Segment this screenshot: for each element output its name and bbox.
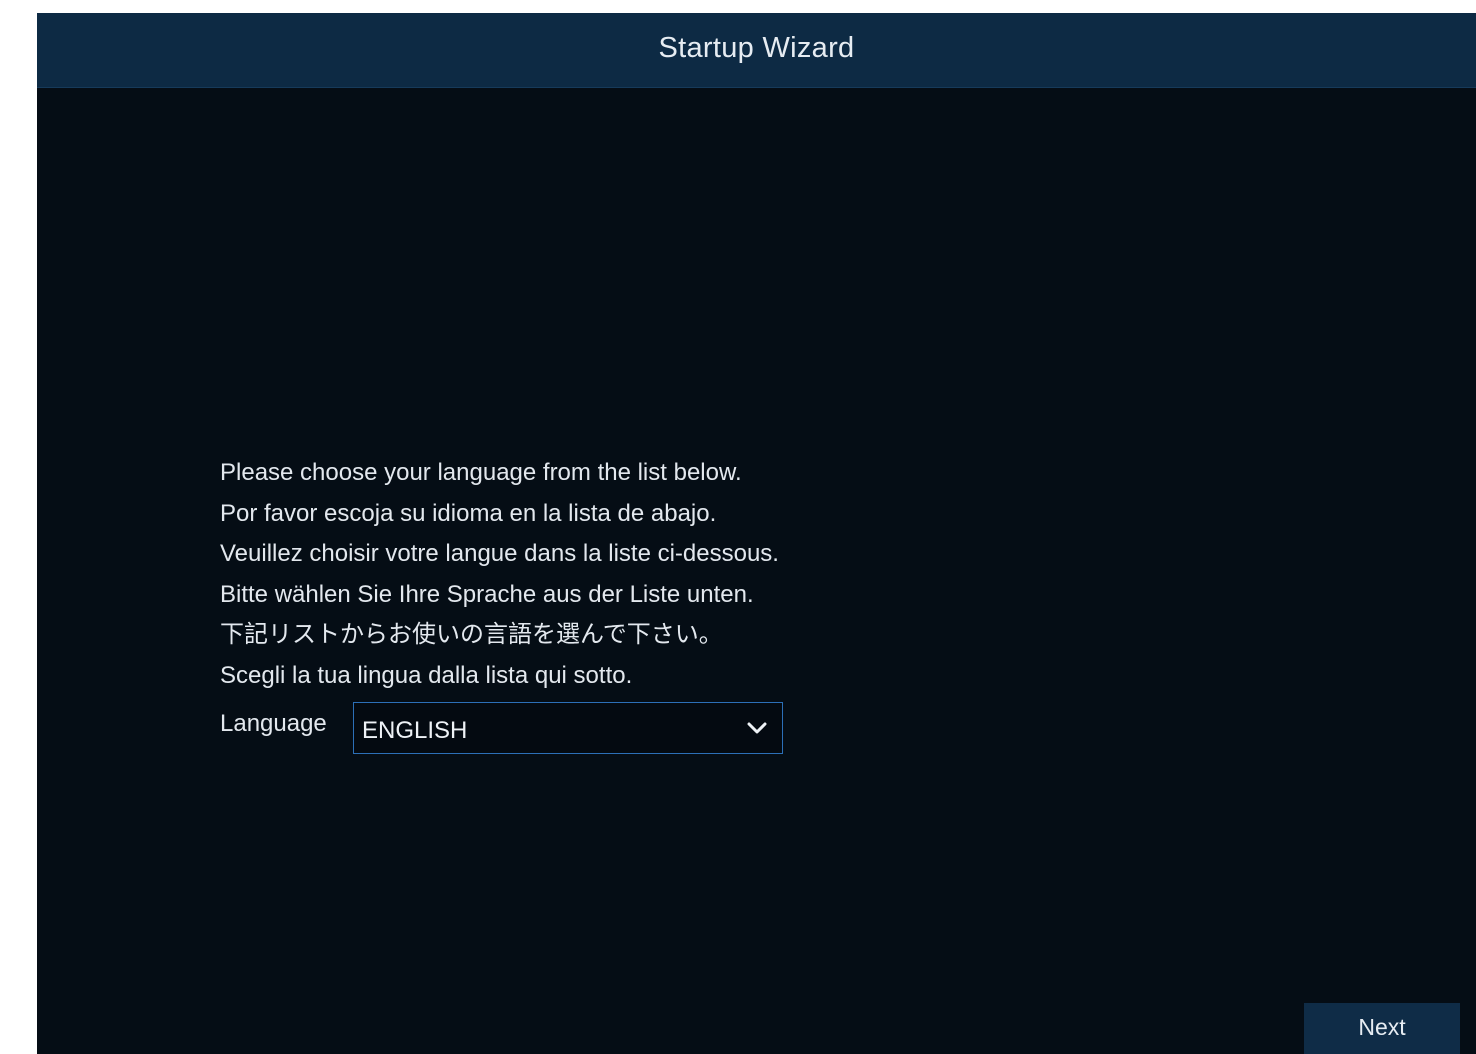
instruction-french: Veuillez choisir votre langue dans la li… bbox=[220, 540, 779, 567]
instruction-english: Please choose your language from the lis… bbox=[220, 459, 742, 486]
next-button[interactable]: Next bbox=[1304, 1003, 1460, 1054]
startup-wizard-window: Startup Wizard Please choose your langua… bbox=[37, 13, 1476, 1054]
wizard-content: Please choose your language from the lis… bbox=[37, 88, 1476, 1054]
language-selected-value: ENGLISH bbox=[362, 717, 468, 744]
instruction-spanish: Por favor escoja su idioma en la lista d… bbox=[220, 499, 717, 527]
instruction-japanese: 下記リストからお使いの言語を選んで下さい。 bbox=[220, 621, 723, 648]
chevron-down-icon bbox=[747, 722, 767, 734]
title-bar: Startup Wizard bbox=[37, 13, 1476, 88]
language-label: Language bbox=[220, 710, 327, 737]
window-title: Startup Wizard bbox=[658, 32, 855, 64]
instruction-german: Bitte wählen Sie Ihre Sprache aus der Li… bbox=[220, 580, 754, 608]
language-instructions: Please choose your language from the lis… bbox=[220, 453, 779, 696]
language-dropdown[interactable]: ENGLISH bbox=[353, 702, 783, 754]
instruction-italian: Scegli la tua lingua dalla lista qui sot… bbox=[220, 661, 633, 689]
